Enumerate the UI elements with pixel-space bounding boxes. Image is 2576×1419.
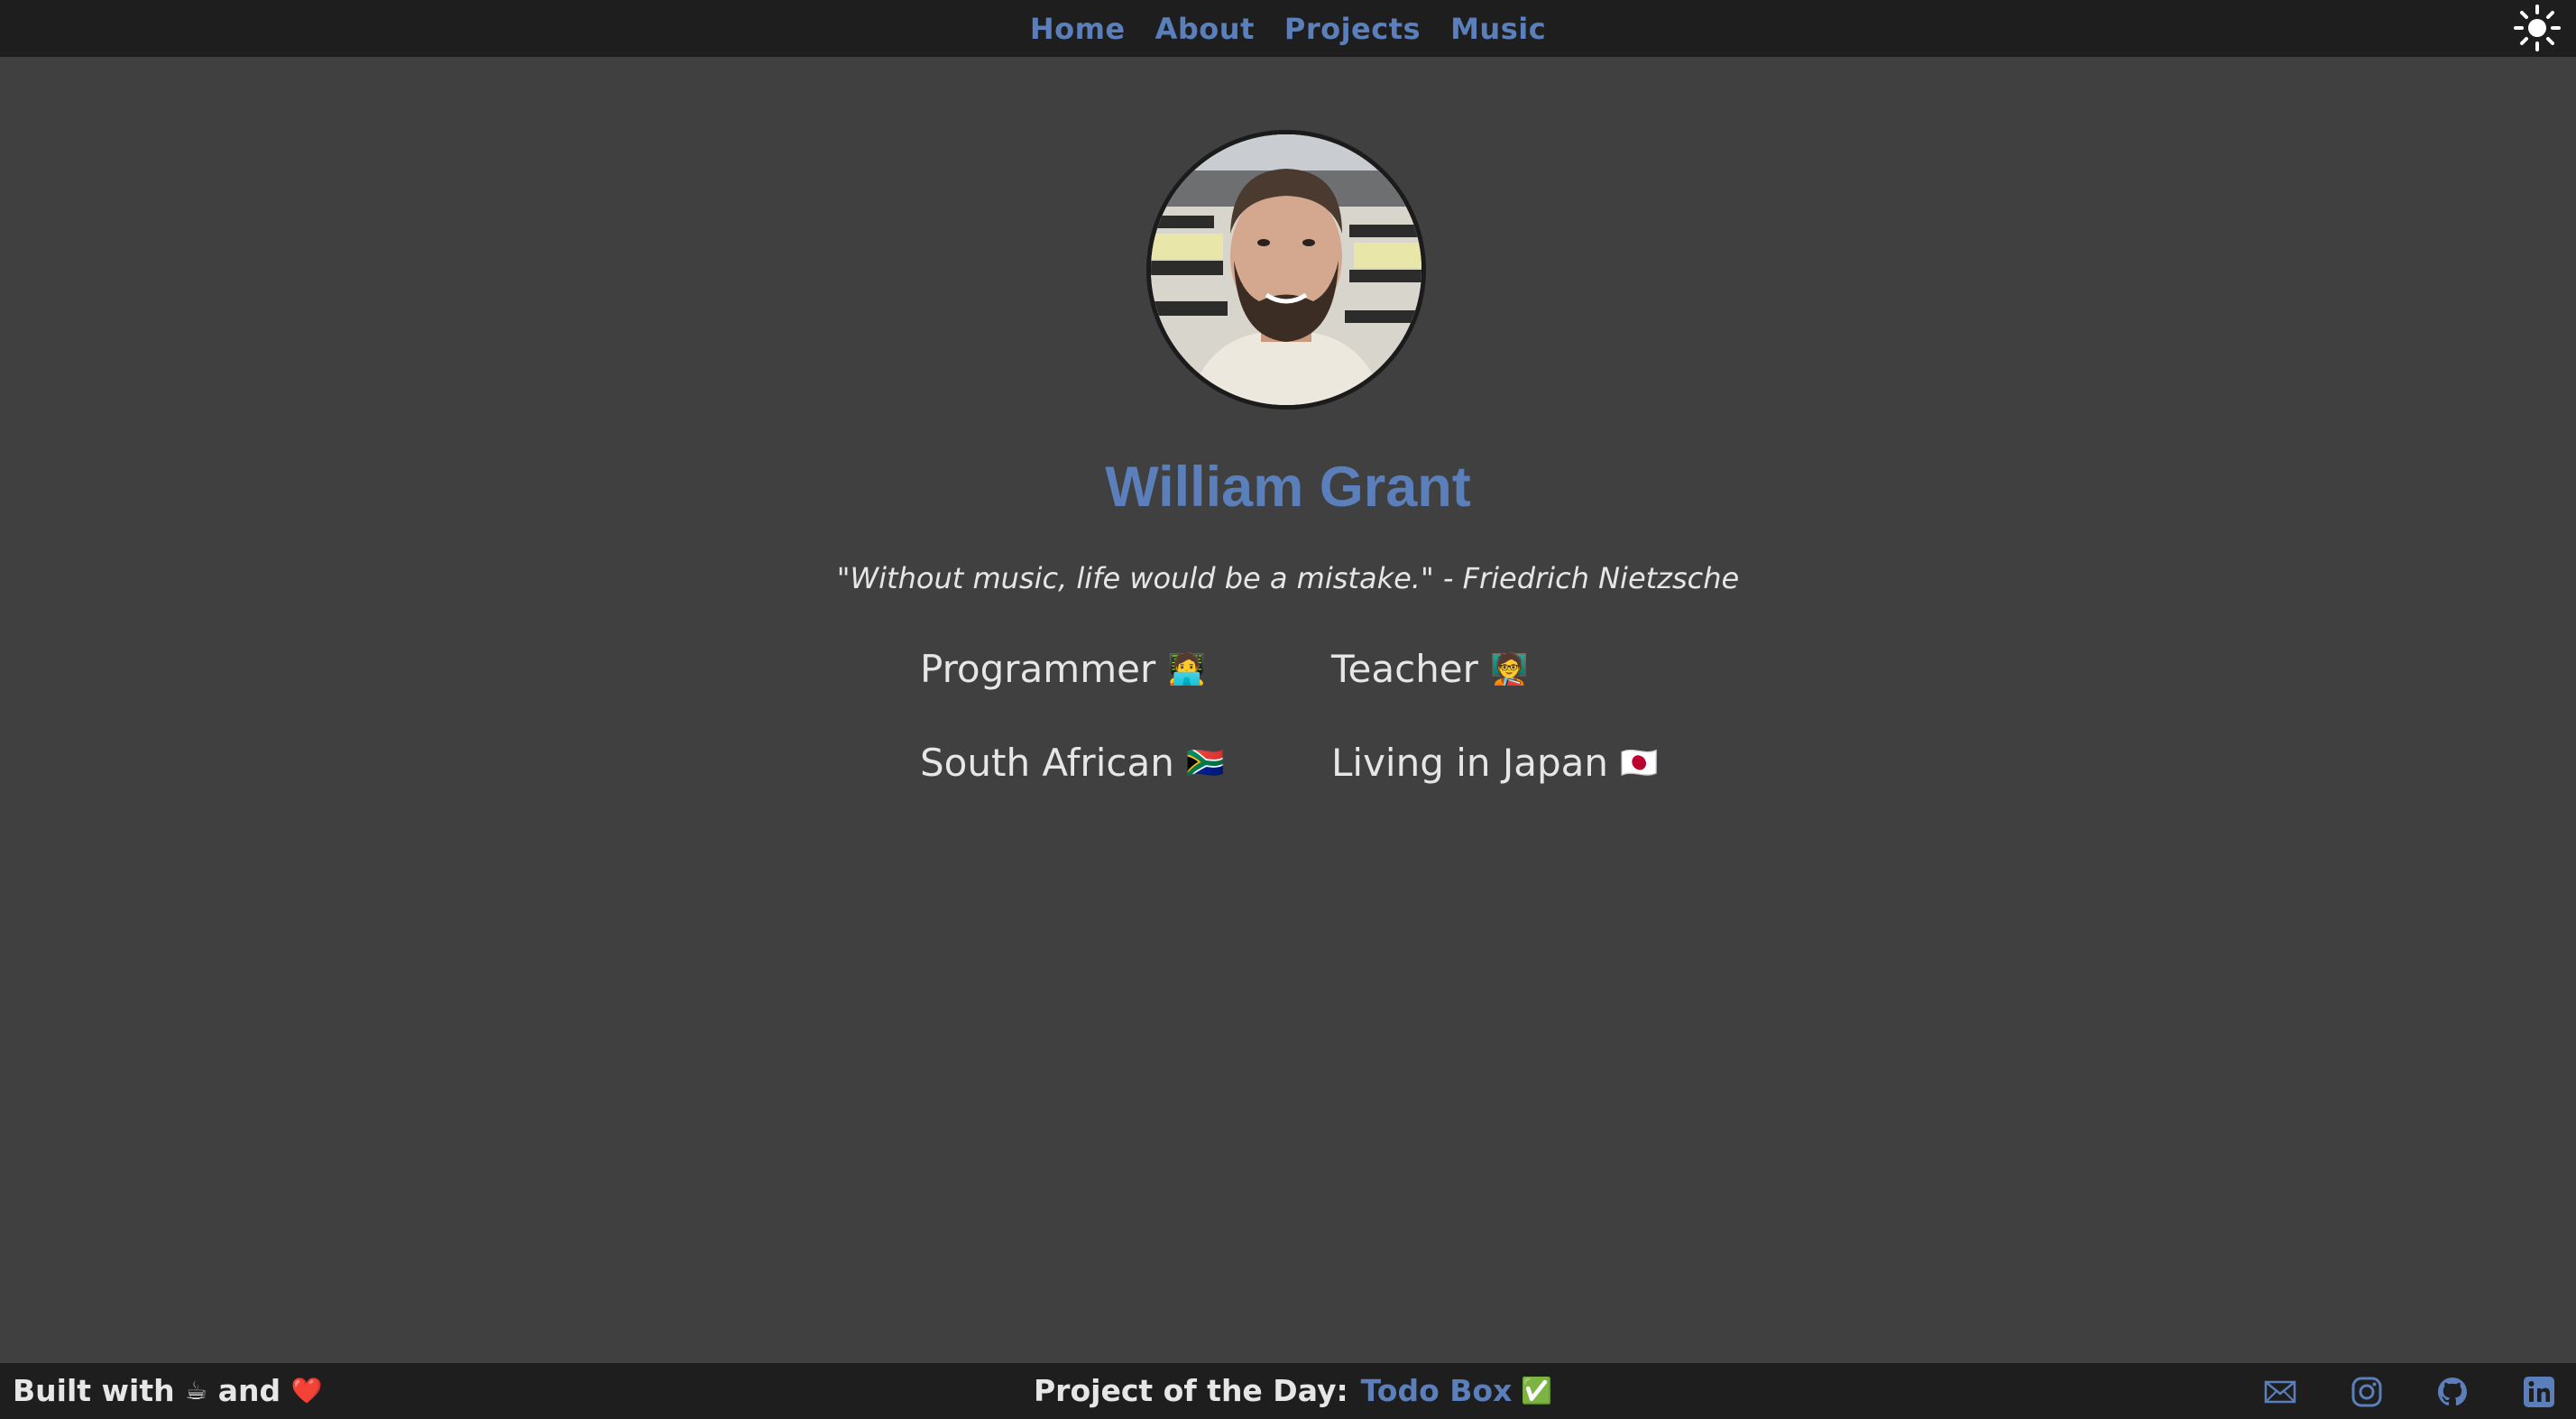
trait-label: Programmer (920, 647, 1156, 691)
project-of-the-day-label: Project of the Day: (1034, 1373, 1348, 1408)
teacher-emoji-icon: 🧑‍🏫 (1490, 651, 1529, 687)
japan-flag-icon: 🇯🇵 (1620, 745, 1659, 781)
trait-south-african: South African 🇿🇦 (920, 738, 1225, 788)
built-with-text: Built with ☕ and ❤️ (13, 1363, 322, 1419)
nav-music-link[interactable]: Music (1450, 12, 1546, 46)
top-nav: Home About Projects Music (0, 0, 2576, 57)
nav-about-link[interactable]: About (1155, 12, 1255, 46)
nav-projects-link[interactable]: Projects (1284, 12, 1421, 46)
heart-icon: ❤️ (290, 1376, 323, 1405)
trait-living-in-japan: Living in Japan 🇯🇵 (1331, 738, 1659, 788)
checkbox-icon: ✅ (1521, 1376, 1553, 1405)
trait-label: Teacher (1331, 647, 1478, 691)
linkedin-icon[interactable] (2523, 1376, 2555, 1408)
and-label: and (217, 1373, 281, 1408)
project-of-the-day-link[interactable]: Todo Box (1361, 1373, 1513, 1408)
south-africa-flag-icon: 🇿🇦 (1186, 745, 1225, 781)
profile-quote: "Without music, life would be a mistake.… (836, 561, 1740, 595)
trait-programmer: Programmer 🧑‍💻 (920, 644, 1206, 695)
trait-label: Living in Japan (1331, 741, 1609, 785)
nav-links: Home About Projects Music (0, 0, 2576, 57)
footer: Built with ☕ and ❤️ Project of the Day: T… (0, 1363, 2576, 1419)
profile-avatar (1146, 130, 1426, 410)
instagram-icon[interactable] (2351, 1376, 2383, 1408)
built-with-label: Built with (13, 1373, 175, 1408)
project-of-the-day: Project of the Day: Todo Box ✅ (1034, 1363, 1552, 1419)
github-icon[interactable] (2436, 1376, 2469, 1408)
profile-name: William Grant (1105, 456, 1471, 519)
theme-toggle-button[interactable] (2513, 4, 2562, 52)
mail-icon[interactable] (2264, 1376, 2296, 1408)
programmer-emoji-icon: 🧑‍💻 (1167, 651, 1206, 687)
trait-teacher: Teacher 🧑‍🏫 (1331, 644, 1529, 695)
nav-home-link[interactable]: Home (1030, 12, 1126, 46)
trait-label: South African (920, 741, 1174, 785)
sun-icon (2514, 5, 2561, 51)
coffee-icon: ☕ (185, 1376, 208, 1405)
